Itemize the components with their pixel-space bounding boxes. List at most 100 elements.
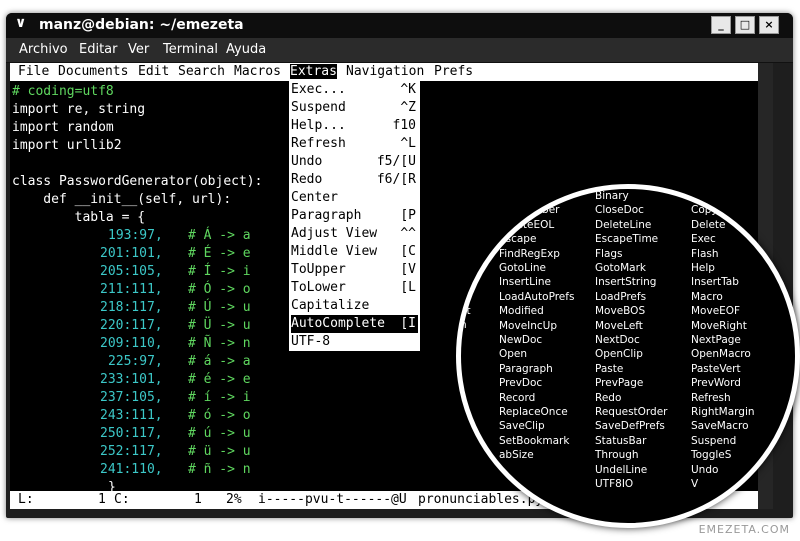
menu-item-shortcut: ^Z xyxy=(400,100,416,115)
menu-item-label: UTF-8 xyxy=(291,334,331,349)
zoom-command: Through xyxy=(595,449,639,462)
zoom-command: ackNumber xyxy=(499,204,560,217)
zoom-command: Refresh xyxy=(691,391,731,404)
table-comment: # ú -> u xyxy=(188,426,251,441)
minimize-icon[interactable]: _ xyxy=(711,16,731,34)
zoom-command: ReplaceOnce xyxy=(499,406,568,418)
extras-menu-item[interactable]: Paragraph [P xyxy=(291,207,418,225)
extras-menu-item[interactable]: Center xyxy=(291,189,418,207)
window-menu-icon[interactable]: ∨ xyxy=(15,15,26,31)
status-filename: pronunciables.py xyxy=(418,492,544,507)
menu-ver[interactable]: Ver xyxy=(128,42,149,57)
zoom-command: NewDoc xyxy=(499,334,543,346)
editor-menu-documents[interactable]: Documents xyxy=(58,64,128,79)
menu-item-label: Paragraph xyxy=(291,208,362,223)
editor-menu-edit[interactable]: Edit xyxy=(138,64,169,79)
zoom-command: Exec xyxy=(691,233,716,246)
table-value: 225:97, xyxy=(108,354,163,369)
extras-menu-item[interactable]: Exec... ^K xyxy=(291,81,418,99)
editor-menu-bar: File Documents Edit Search Macros Extras… xyxy=(10,63,770,81)
zoom-command: Redo xyxy=(595,391,622,404)
code-line: class PasswordGenerator(object): xyxy=(12,174,263,189)
zoom-command: Flash xyxy=(691,247,719,260)
menu-terminal[interactable]: Terminal xyxy=(163,42,218,57)
menu-item-label: Middle View xyxy=(291,244,378,259)
menu-archivo[interactable]: Archivo xyxy=(19,42,68,57)
menu-item-label: Adjust View xyxy=(291,226,378,241)
extras-menu-item[interactable]: Suspend ^Z xyxy=(291,99,418,117)
title-bar: ∨ manz@debian: ~/emezeta _ □ × xyxy=(6,13,793,38)
extras-menu-item[interactable]: Refresh ^L xyxy=(291,135,418,153)
extras-menu-item[interactable]: ToLower [L xyxy=(291,279,418,297)
table-comment: # Ü -> u xyxy=(188,318,251,333)
extras-menu-item[interactable]: Undo f5/[U xyxy=(291,153,418,171)
menu-ayuda[interactable]: Ayuda xyxy=(226,42,266,57)
zoom-command: Record xyxy=(499,391,536,404)
zoom-command: MoveEOF xyxy=(691,305,741,318)
zoom-command: NextDoc xyxy=(595,334,640,346)
code-line: import re, string xyxy=(12,102,146,117)
zoom-command: Open xyxy=(499,348,528,361)
status-line-number: 1 xyxy=(98,492,106,507)
table-value: 220:117, xyxy=(100,318,163,333)
menu-item-label: Undo xyxy=(291,154,323,169)
table-comment: # Ñ -> n xyxy=(188,336,251,351)
zoom-command: SaveMacro xyxy=(691,420,749,433)
extras-menu-item[interactable]: ToUpper [V xyxy=(291,261,418,279)
code-line: # coding=utf8 xyxy=(12,84,114,99)
table-value: 193:97, xyxy=(108,228,163,243)
zoom-command: PasteVert xyxy=(691,362,741,375)
table-value: 241:110, xyxy=(100,462,163,477)
zoom-command: UndelLine xyxy=(595,463,648,476)
zoom-command: EscapeTime xyxy=(595,233,659,246)
zoom-command: Binary xyxy=(595,190,629,202)
editor-menu-macros[interactable]: Macros xyxy=(234,64,281,79)
table-comment: # ü -> u xyxy=(188,444,251,459)
extras-menu-item[interactable]: Middle View [C xyxy=(291,243,418,261)
zoom-command: Copy xyxy=(691,204,718,217)
zoom-command: RightMargin xyxy=(691,406,755,418)
close-icon[interactable]: × xyxy=(759,16,779,34)
table-value: 237:105, xyxy=(100,390,163,405)
maximize-icon[interactable]: □ xyxy=(735,16,755,34)
menu-editar[interactable]: Editar xyxy=(79,42,118,57)
editor-menu-prefs[interactable]: Prefs xyxy=(434,64,473,79)
menu-item-shortcut: [L xyxy=(400,280,416,295)
menu-item-label: Center xyxy=(291,190,338,205)
zoom-command: PrevDoc xyxy=(499,377,543,390)
menu-item-shortcut: ^L xyxy=(400,136,416,151)
table-comment: # é -> e xyxy=(188,372,251,387)
extras-menu-item[interactable]: Capitalize xyxy=(291,297,418,315)
extras-menu-item[interactable]: Help... f10 xyxy=(291,117,418,135)
extras-menu-item[interactable]: UTF-8 xyxy=(291,333,418,351)
editor-menu-search[interactable]: Search xyxy=(178,64,225,79)
zoom-command: PrevWord xyxy=(691,377,741,390)
editor-menu-navigation[interactable]: Navigation xyxy=(346,64,424,79)
zoom-command: OpenClip xyxy=(595,348,643,361)
menu-item-label: ToUpper xyxy=(291,262,346,277)
status-percent: 2% xyxy=(226,492,242,507)
extras-menu-item[interactable]: Redo f6/[R xyxy=(291,171,418,189)
zoom-command: GotoMark xyxy=(595,262,646,274)
table-value: 252:117, xyxy=(100,444,163,459)
zoom-command: DeleteLine xyxy=(595,218,652,231)
extras-menu-item[interactable]: AutoComplete [I xyxy=(291,315,418,333)
editor-menu-file[interactable]: File xyxy=(18,64,49,79)
zoom-command: InsertTab xyxy=(691,276,739,289)
zoom-command: PrevPage xyxy=(595,377,644,390)
menu-item-shortcut: ^K xyxy=(400,82,416,97)
zoom-fragment: n xyxy=(460,319,467,332)
table-comment: # ó -> o xyxy=(188,408,251,423)
zoom-command: GotoLine xyxy=(499,262,546,274)
menu-item-label: ToLower xyxy=(291,280,346,295)
zoom-command: SetBookmark xyxy=(499,434,570,447)
extras-menu-item[interactable]: Adjust View ^^ xyxy=(291,225,418,243)
table-comment: # Ó -> o xyxy=(188,282,251,297)
table-value: 201:101, xyxy=(100,246,163,261)
zoom-command: SaveClip xyxy=(499,420,545,433)
zoom-command: V xyxy=(691,478,699,490)
editor-menu-extras[interactable]: Extras xyxy=(290,64,337,79)
status-col-number: 1 xyxy=(194,492,202,507)
zoom-command: Flags xyxy=(595,247,623,260)
zoom-command: FindRegExp xyxy=(499,247,560,260)
